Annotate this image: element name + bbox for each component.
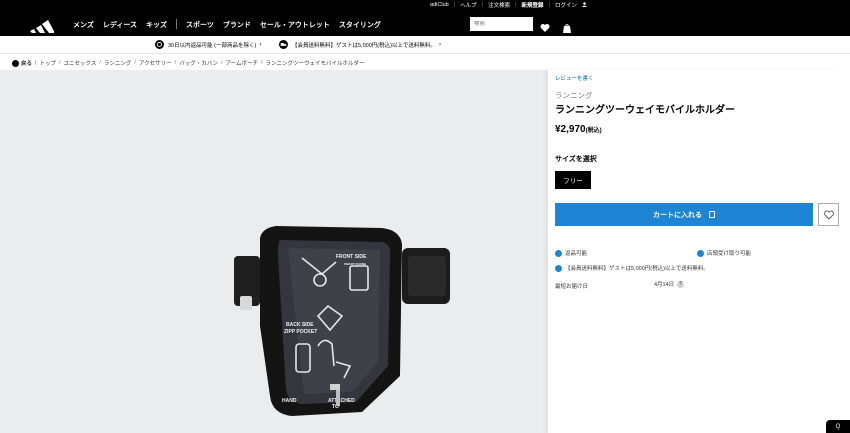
breadcrumb-separator: / [99, 60, 101, 66]
nav-item-sale[interactable]: セール・アウトレット [260, 20, 330, 30]
product-title: ランニングツーウェイモバイルホルダー [555, 105, 735, 116]
nav-item-womens[interactable]: レディース [103, 20, 137, 30]
utility-bar: adiClub | ヘルプ | 注文検索 | 新規登録 | ログイン [0, 0, 850, 12]
nav-item-styling[interactable]: スタイリング [339, 20, 381, 30]
nav-item-sports[interactable]: スポーツ [186, 20, 214, 30]
breadcrumb-separator: / [261, 60, 263, 66]
back-link[interactable]: 戻る [12, 59, 32, 67]
breadcrumb-separator: / [58, 60, 61, 66]
image-text: BACK SIDE [286, 322, 314, 328]
size-option-free[interactable]: フリー [555, 171, 591, 189]
size-select-label: サイズを選択 [555, 156, 597, 163]
check-icon [697, 249, 704, 257]
adidas-logo[interactable] [29, 16, 55, 33]
delivery-date: 4月14日 ? [654, 280, 685, 288]
cart-icon[interactable] [562, 20, 572, 33]
delivery-label: 最短お届け日 [555, 284, 589, 290]
truck-icon [555, 264, 562, 272]
nav-item-kids[interactable]: キッズ [146, 20, 167, 30]
breadcrumb-separator: | [35, 60, 37, 66]
nav-menu: メンズ レディース キッズ スポーツ ブランド セール・アウトレット スタイリン… [73, 19, 390, 30]
chevron-right-icon: › [438, 41, 441, 48]
adiclub-link[interactable]: adiClub [430, 2, 449, 8]
store-pickup-text: 店頭受け取り可能 [707, 251, 752, 257]
buy-panel: レビューを書く ランニング ランニングツーウェイモバイルホルダー ¥2,970(… [548, 70, 839, 433]
login-link[interactable]: ログイン [555, 1, 577, 9]
image-text: SMART PHONE [344, 262, 366, 266]
separator: | [481, 2, 484, 8]
promo-shipping[interactable]: 【会員送料無料】ゲストは5,000円(税込)以上で送料無料。 › [279, 40, 441, 49]
image-text: ZIPP POCKET [284, 329, 317, 335]
separator: | [515, 2, 517, 8]
breadcrumb-item[interactable]: アームポーチ [226, 59, 259, 67]
returns-available-text: 返品可能 [565, 251, 588, 257]
price-tax-label: (税込) [585, 128, 602, 134]
nav-item-brands[interactable]: ブランド [223, 20, 251, 30]
product-image: FRONT SIDE SMART PHONE BACK SIDE ZIPP PO… [234, 226, 450, 416]
heart-icon[interactable] [540, 20, 550, 32]
breadcrumb-item[interactable]: バッグ・カバン [179, 59, 218, 67]
price-value: ¥2,970 [555, 124, 586, 135]
chevron-right-icon: › [259, 41, 262, 48]
member-shipping-text: 【会員送料無料】ゲストは5,000円(税込)以上で送料無料。 [565, 266, 709, 272]
store-pickup: 店頭受け取り可能 [697, 249, 751, 257]
promo-bar: 30日以内返品可能 (一部商品を除く) › 【会員送料無料】ゲストは5,000円… [0, 36, 850, 54]
add-to-cart-button[interactable]: カートに入れる [555, 203, 813, 226]
promo-shipping-text: 【会員送料無料】ゲストは5,000円(税込)以上で送料無料。 [292, 42, 436, 49]
returns-icon [155, 40, 164, 49]
nav-divider [176, 19, 178, 29]
separator: | [453, 2, 456, 8]
search-box [470, 17, 533, 31]
promo-returns[interactable]: 30日以内返品可能 (一部商品を除く) › [155, 40, 261, 49]
breadcrumb-current: ランニングツーウェイモバイルホルダー [265, 61, 365, 67]
nav-item-mens[interactable]: メンズ [73, 20, 94, 30]
breadcrumb-separator: / [220, 60, 223, 66]
product-gallery[interactable]: FRONT SIDE SMART PHONE BACK SIDE ZIPP PO… [0, 70, 548, 433]
user-icon[interactable] [582, 1, 587, 9]
returns-available: 返品可能 [555, 249, 587, 257]
return-icon [555, 249, 562, 257]
help-link[interactable]: ヘルプ [460, 1, 477, 9]
member-shipping: 【会員送料無料】ゲストは5,000円(税込)以上で送料無料。 [555, 264, 709, 272]
back-arrow-icon [12, 59, 19, 67]
promo-returns-text: 30日以内返品可能 (一部商品を除く) [168, 42, 257, 49]
chat-button[interactable]: Q [826, 420, 850, 433]
help-icon[interactable]: ? [677, 280, 685, 288]
product-price: ¥2,970(税込) [555, 124, 602, 135]
breadcrumb-item[interactable]: ユニセックス [64, 59, 97, 67]
order-search-link[interactable]: 注文検索 [488, 1, 510, 9]
add-to-cart-label: カートに入れる [653, 211, 702, 219]
search-input[interactable] [474, 21, 524, 27]
breadcrumb-item[interactable]: トップ [39, 59, 56, 67]
image-text: HAND [282, 398, 297, 404]
truck-icon [279, 40, 288, 49]
breadcrumb-item[interactable]: アクセサリー [139, 59, 172, 67]
wishlist-button[interactable] [818, 203, 839, 226]
heart-outline-icon [823, 210, 834, 220]
bag-icon [709, 211, 715, 218]
back-label: 戻る [21, 61, 33, 67]
breadcrumb: 戻る | トップ / ユニセックス / ランニング / アクセサリー / バッグ… [12, 59, 365, 67]
utility-links: adiClub | ヘルプ | 注文検索 | 新規登録 | ログイン [430, 1, 587, 9]
image-text: FRONT SIDE [336, 254, 367, 260]
delivery-date-value: 4月14日 [654, 282, 675, 288]
breadcrumb-separator: / [174, 60, 177, 66]
register-link[interactable]: 新規登録 [522, 1, 544, 9]
write-review-link[interactable]: レビューを書く [555, 74, 594, 82]
product-category: ランニング [555, 91, 593, 100]
separator: | [548, 2, 550, 8]
main-nav: メンズ レディース キッズ スポーツ ブランド セール・アウトレット スタイリン… [0, 12, 850, 36]
breadcrumb-item[interactable]: ランニング [104, 59, 132, 67]
breadcrumb-separator: / [134, 60, 136, 66]
